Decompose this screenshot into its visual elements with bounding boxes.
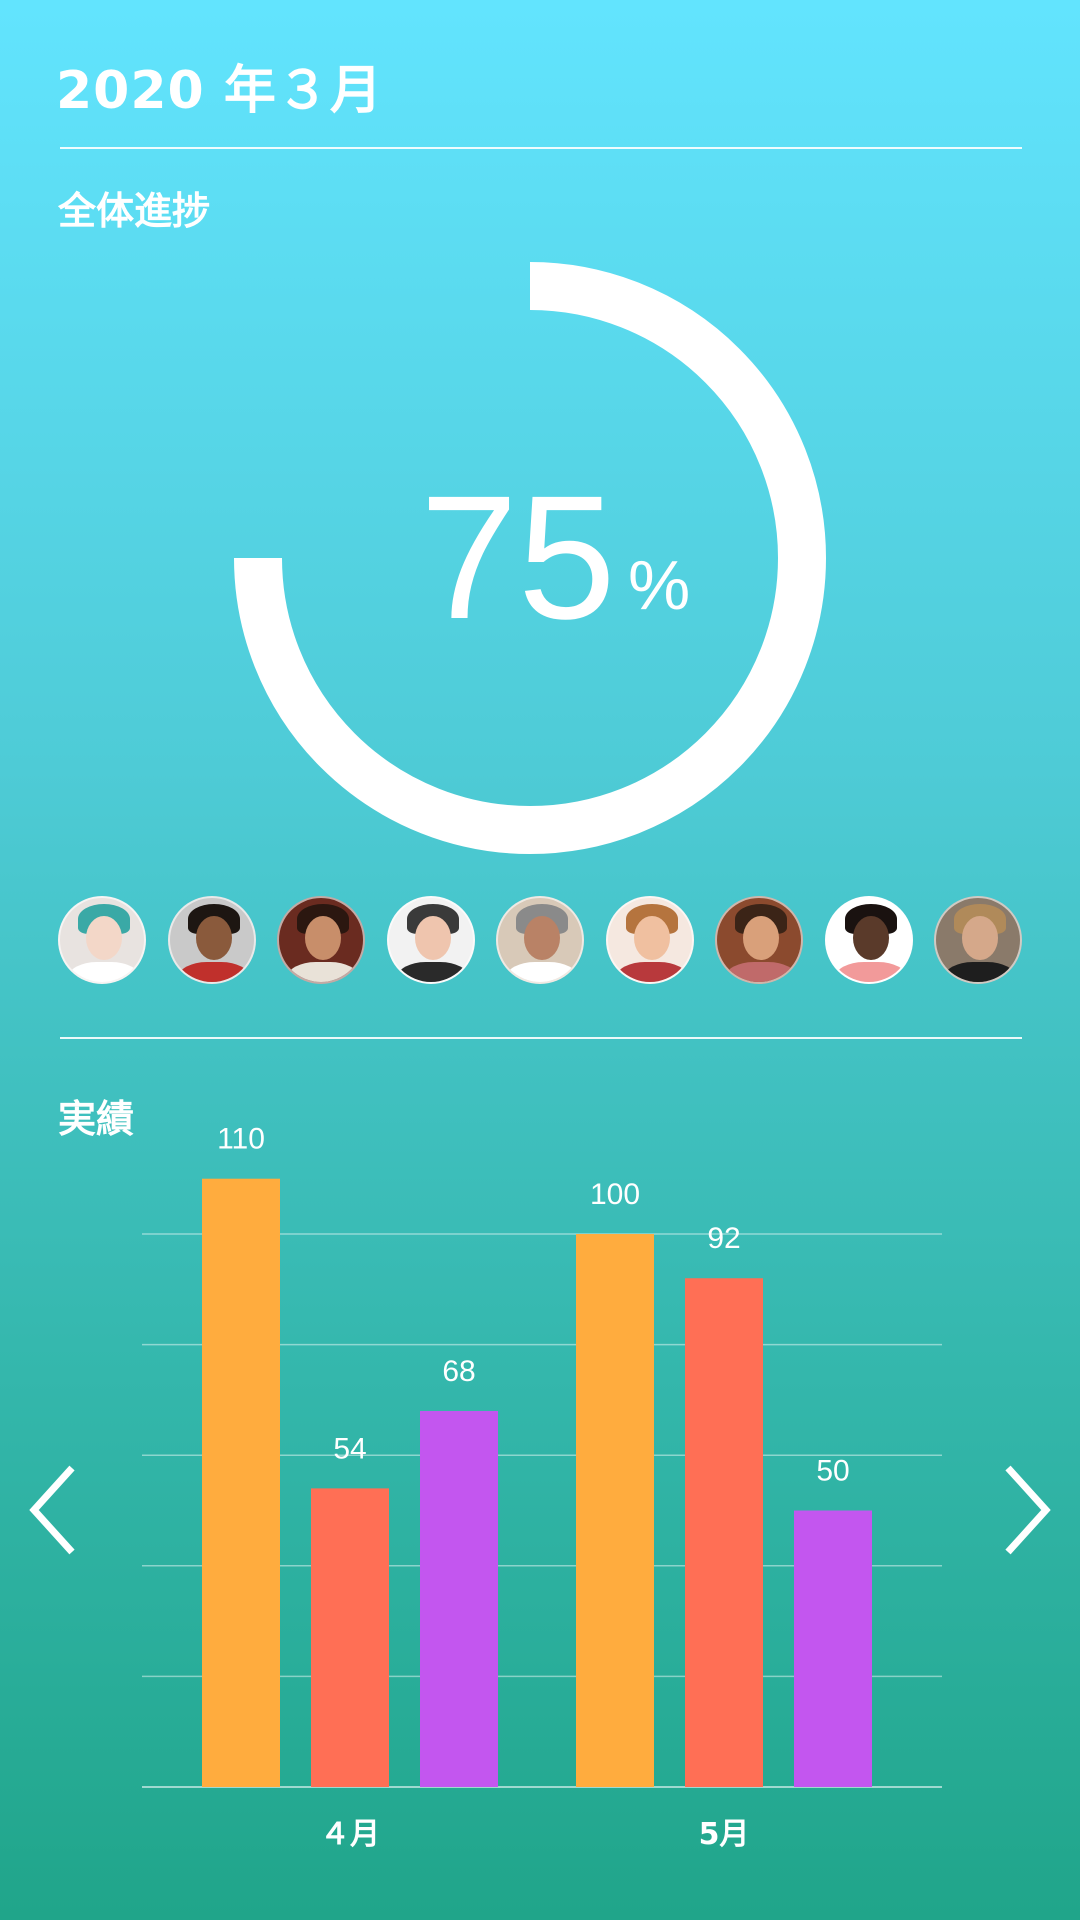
category-label: ４月 bbox=[320, 1817, 380, 1852]
progress-unit: % bbox=[628, 546, 691, 624]
category-label: 5月 bbox=[699, 1817, 750, 1852]
results-chart-svg: 110 54 68 ４月 100 92 50 5月 bbox=[142, 1123, 942, 1852]
avatar-member-2[interactable] bbox=[168, 896, 256, 984]
avatar-body bbox=[287, 962, 359, 982]
avatar-body bbox=[616, 962, 688, 982]
bar-value-label: 110 bbox=[217, 1123, 265, 1156]
avatar-body bbox=[506, 962, 578, 982]
avatar-member-7[interactable] bbox=[715, 896, 803, 984]
bar bbox=[794, 1510, 872, 1787]
results-chart: 110 54 68 ４月 100 92 50 5月 bbox=[0, 1100, 1080, 1860]
bar-value-label: 50 bbox=[816, 1455, 849, 1488]
bar bbox=[202, 1178, 280, 1787]
bar-value-label: 54 bbox=[333, 1432, 366, 1465]
chevron-right-icon bbox=[1005, 1465, 1051, 1555]
avatar-face bbox=[305, 916, 341, 960]
avatar-body bbox=[397, 962, 469, 982]
avatar-face bbox=[415, 916, 451, 960]
avatar-member-3[interactable] bbox=[277, 896, 365, 984]
avatar-face bbox=[743, 916, 779, 960]
bar bbox=[576, 1234, 654, 1787]
bar-value-label: 100 bbox=[590, 1178, 640, 1211]
avatar-body bbox=[178, 962, 250, 982]
bar bbox=[685, 1278, 763, 1787]
avatar-member-1[interactable] bbox=[58, 896, 146, 984]
avatar-face bbox=[962, 916, 998, 960]
section-divider bbox=[60, 1037, 1022, 1039]
avatar-body bbox=[835, 962, 907, 982]
bar bbox=[420, 1410, 498, 1787]
avatar-body bbox=[725, 962, 797, 982]
avatar-face bbox=[86, 916, 122, 960]
page-title: 2020 年３月 bbox=[56, 61, 383, 121]
next-button[interactable] bbox=[996, 1460, 1056, 1560]
progress-label: 全体進捗 bbox=[58, 189, 211, 233]
bar bbox=[311, 1488, 389, 1787]
avatar-face bbox=[634, 916, 670, 960]
avatar-member-5[interactable] bbox=[496, 896, 584, 984]
header-divider bbox=[60, 147, 1022, 149]
avatar-member-8[interactable] bbox=[825, 896, 913, 984]
progress-value: 75 bbox=[420, 460, 616, 656]
avatar-face bbox=[853, 916, 889, 960]
bar-value-label: 68 bbox=[442, 1355, 475, 1388]
bar-value-label: 92 bbox=[707, 1222, 740, 1255]
avatar-body bbox=[944, 962, 1016, 982]
avatar-face bbox=[196, 916, 232, 960]
prev-button[interactable] bbox=[26, 1460, 86, 1560]
chevron-left-icon bbox=[29, 1465, 75, 1555]
avatar-member-9[interactable] bbox=[934, 896, 1022, 984]
member-avatars bbox=[58, 896, 1022, 988]
avatar-member-4[interactable] bbox=[387, 896, 475, 984]
avatar-face bbox=[524, 916, 560, 960]
avatar-member-6[interactable] bbox=[606, 896, 694, 984]
avatar-body bbox=[68, 962, 140, 982]
